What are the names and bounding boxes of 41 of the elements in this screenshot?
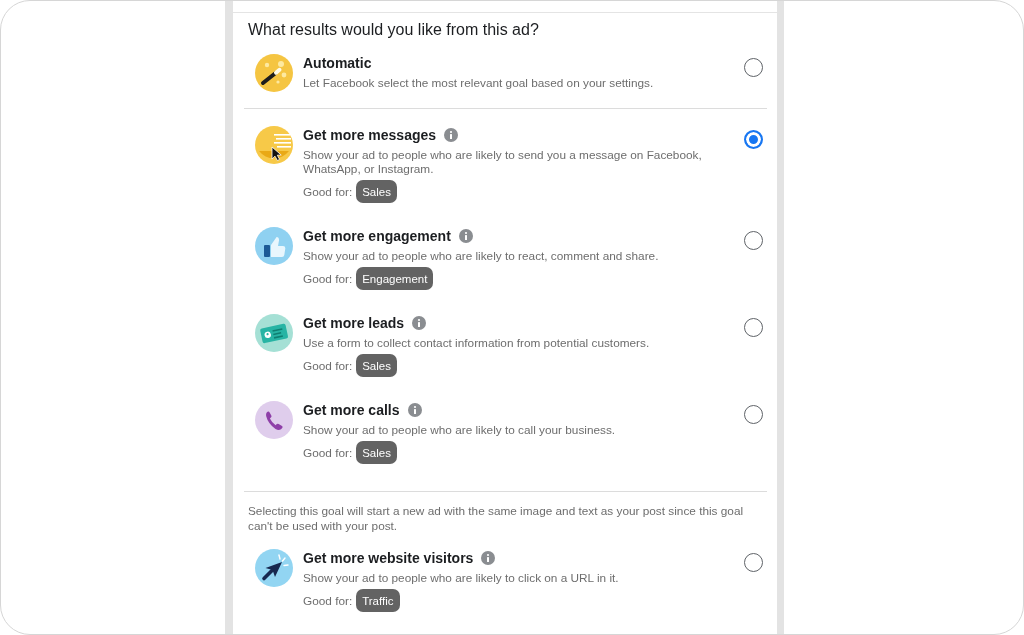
info-icon[interactable] [407,403,422,417]
radio-button[interactable] [744,231,763,250]
option-title: Get more leads [303,314,405,332]
thumbs-up-icon [255,227,293,265]
radio-button[interactable] [744,58,763,77]
option-description: Show your ad to people who are likely to call your business. [303,423,617,437]
option-title: Automatic [303,54,372,72]
goal-tag: Sales [356,180,397,203]
contact-card-icon [255,314,293,352]
good-for-label: Good for: [303,184,353,199]
option-title: Get more website visitors [303,549,474,567]
info-icon[interactable] [458,229,473,243]
good-for-label: Good for: [303,445,353,460]
radio-button[interactable] [744,553,763,572]
goal-tag: Traffic [356,589,400,612]
section-heading: What results would you like from this ad? [247,20,540,40]
option-title: Get more engagement [303,227,451,245]
option-description: Show your ad to people who are likely to send you a message on Facebook, WhatsApp, or Instagram. [303,148,703,176]
radio-button[interactable] [744,405,763,424]
goal-tag: Sales [356,354,397,377]
option-description: Let Facebook select the most relevant goal based on your settings. [303,76,655,90]
goal-tag: Engagement [356,267,434,290]
info-icon[interactable] [481,551,496,565]
info-icon[interactable] [412,316,427,330]
radio-button[interactable] [744,318,763,337]
good-for-label: Good for: [303,271,353,286]
goal-tag: Sales [356,441,397,464]
option-description: Show your ad to people who are likely to react, comment and share. [303,249,660,263]
magic-wand-icon [255,54,293,92]
good-for-label: Good for: [303,358,353,373]
radio-button[interactable] [744,130,763,149]
option-description: Use a form to collect contact information from potential customers. [303,336,651,350]
goal-note: Selecting this goal will start a new ad with the same image and text as your post since this goal can't be used with your post. [248,504,745,534]
phone-icon [255,401,293,439]
info-icon[interactable] [444,128,459,142]
option-title: Get more messages [303,126,437,144]
cursor-click-icon [255,549,293,587]
cursor-card-icon [255,126,293,164]
option-title: Get more calls [303,401,400,419]
good-for-label: Good for: [303,593,353,608]
option-description: Show your ad to people who are likely to click on a URL in it. [303,571,620,585]
